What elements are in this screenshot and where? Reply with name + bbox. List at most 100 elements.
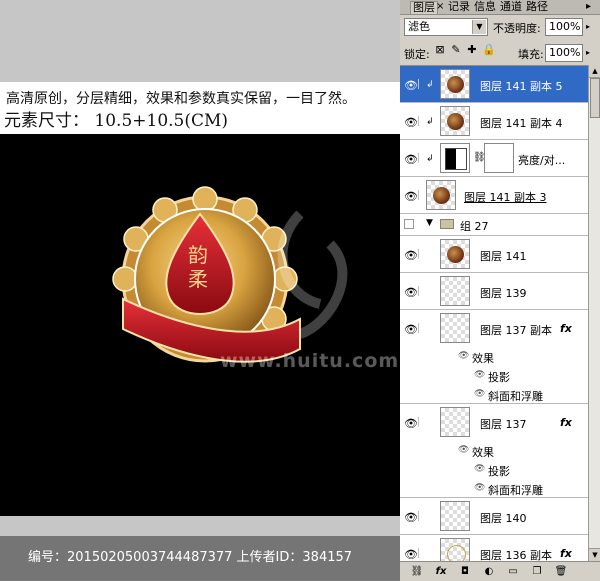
- new-group-icon[interactable]: ▭: [506, 565, 520, 578]
- layer-name: 图层 140: [480, 512, 527, 525]
- eye-icon[interactable]: 👁: [404, 190, 419, 203]
- layer-name: 亮度/对...: [518, 154, 566, 167]
- layer-name: 图层 141 副本 3: [464, 191, 547, 204]
- close-icon[interactable]: ×: [436, 1, 444, 13]
- visibility-box[interactable]: [404, 219, 414, 229]
- link-layers-icon[interactable]: ⛓: [410, 565, 424, 578]
- effect-row[interactable]: 👁 斜面和浮雕: [400, 479, 588, 498]
- lock-position-icon[interactable]: ✚: [466, 44, 478, 56]
- effect-row[interactable]: 👁 投影: [400, 366, 588, 385]
- tab-info[interactable]: 信息: [474, 1, 496, 13]
- effect-name: 投影: [488, 371, 510, 384]
- layer-row[interactable]: 👁 图层 141: [400, 236, 588, 273]
- clip-icon: ↲: [426, 117, 434, 127]
- layer-name: 图层 137 副本: [480, 324, 552, 337]
- group-name: 组 27: [460, 220, 489, 233]
- effect-row[interactable]: 👁 投影: [400, 460, 588, 479]
- chevron-down-icon: ▼: [472, 20, 486, 34]
- layer-row[interactable]: 👁 图层 137 fx: [400, 404, 588, 441]
- adjustment-layer-icon[interactable]: ◐: [482, 565, 496, 578]
- document-size-label: 元素尺寸： 10.5+10.5(CM): [4, 111, 229, 131]
- eye-icon[interactable]: 👁: [404, 286, 419, 299]
- eye-icon[interactable]: 👁: [404, 323, 419, 336]
- layer-thumbnail: [440, 239, 470, 269]
- layers-scrollbar[interactable]: ▲ ▼: [588, 65, 600, 561]
- layer-row[interactable]: 👁 图层 137 副本 fx: [400, 310, 588, 347]
- layer-thumbnail: [440, 501, 470, 531]
- mask-thumbnail: [484, 143, 514, 173]
- scroll-up-icon[interactable]: ▲: [589, 65, 600, 78]
- document-image[interactable]: 韵 柔: [0, 134, 400, 516]
- eye-icon[interactable]: 👁: [404, 153, 419, 166]
- opacity-label: 不透明度:: [493, 22, 541, 35]
- eye-icon[interactable]: 👁: [474, 464, 485, 474]
- layer-row[interactable]: 👁 ↲ ⛓ 亮度/对...: [400, 140, 588, 177]
- effects-row[interactable]: 👁 效果: [400, 441, 588, 460]
- layer-row[interactable]: 👁 ↲ 图层 141 副本 4: [400, 103, 588, 140]
- opacity-arrow-icon[interactable]: ▸: [586, 22, 590, 31]
- canvas-area[interactable]: 高清原创，分层精细，效果和参数真实保留，一目了然。 元素尺寸： 10.5+10.…: [0, 0, 400, 580]
- tab-paths[interactable]: 路径: [526, 1, 548, 13]
- tab-layers[interactable]: 图层: [410, 1, 438, 14]
- adjustment-icon: [440, 143, 470, 173]
- effect-name: 投影: [488, 465, 510, 478]
- blend-mode-select[interactable]: 滤色 ▼: [404, 18, 488, 36]
- eye-icon[interactable]: 👁: [404, 249, 419, 262]
- layer-row[interactable]: 👁 图层 139: [400, 273, 588, 310]
- layer-name: 图层 141 副本 4: [480, 117, 563, 130]
- layer-thumbnail: [440, 69, 470, 99]
- eye-icon[interactable]: 👁: [404, 548, 419, 561]
- layer-row[interactable]: 👁 图层 136 副本 fx: [400, 535, 588, 562]
- layer-name: 图层 136 副本: [480, 549, 552, 562]
- eye-icon[interactable]: 👁: [458, 445, 469, 455]
- fill-arrow-icon[interactable]: ▸: [586, 48, 590, 57]
- layer-name: 图层 137: [480, 418, 527, 431]
- effects-row[interactable]: 👁 效果: [400, 347, 588, 366]
- scroll-down-icon[interactable]: ▼: [589, 548, 600, 561]
- layer-row[interactable]: 👁 ↲ 图层 141 副本 5: [400, 66, 588, 103]
- eye-icon[interactable]: 👁: [404, 116, 419, 129]
- eye-icon[interactable]: 👁: [404, 79, 419, 92]
- eye-icon[interactable]: 👁: [474, 370, 485, 380]
- effect-name: 斜面和浮雕: [488, 390, 543, 403]
- layer-thumbnail: [426, 180, 456, 210]
- medal-badge-artwork: 韵 柔: [112, 186, 348, 363]
- chevron-down-icon[interactable]: ▼: [426, 218, 433, 228]
- effects-label: 效果: [472, 352, 494, 365]
- fill-label: 填充:: [518, 48, 544, 61]
- effect-name: 斜面和浮雕: [488, 484, 543, 497]
- effects-label: 效果: [472, 446, 494, 459]
- eye-icon[interactable]: 👁: [474, 483, 485, 493]
- group-row[interactable]: ▼ 组 27: [400, 214, 588, 236]
- fx-icon[interactable]: fx: [560, 416, 572, 429]
- fill-input[interactable]: 100%: [545, 44, 583, 62]
- badge-text-1: 韵: [188, 243, 208, 267]
- add-style-icon[interactable]: fx: [434, 565, 448, 578]
- tab-history[interactable]: 记录: [448, 1, 470, 13]
- layer-row[interactable]: 👁 图层 141 副本 3: [400, 177, 588, 214]
- eye-icon[interactable]: 👁: [404, 511, 419, 524]
- lock-transparency-icon[interactable]: ⊠: [434, 44, 446, 56]
- fx-icon[interactable]: fx: [560, 547, 572, 560]
- new-layer-icon[interactable]: ❐: [530, 565, 544, 578]
- tab-channels[interactable]: 通道: [500, 1, 522, 13]
- layer-row[interactable]: 👁 图层 140: [400, 498, 588, 535]
- watermark-site: www.huitu.com: [220, 350, 400, 372]
- eye-icon[interactable]: 👁: [474, 389, 485, 399]
- eye-icon[interactable]: 👁: [458, 351, 469, 361]
- lock-pixels-icon[interactable]: ✎: [450, 44, 462, 56]
- delete-layer-icon[interactable]: 🗑: [554, 565, 568, 578]
- add-mask-icon[interactable]: ◘: [458, 565, 472, 578]
- effect-row[interactable]: 👁 斜面和浮雕: [400, 385, 588, 404]
- layer-name: 图层 141: [480, 250, 527, 263]
- opacity-input[interactable]: 100%: [545, 18, 583, 36]
- panel-menu-icon[interactable]: ▸: [586, 1, 591, 12]
- fx-icon[interactable]: fx: [560, 322, 572, 335]
- badge-text-2: 柔: [188, 267, 208, 291]
- lock-all-icon[interactable]: 🔒: [482, 44, 496, 56]
- layer-list: 👁 ↲ 图层 141 副本 5 👁 ↲ 图层 141 副本 4 👁 ↲ ⛓ 亮度…: [400, 65, 588, 562]
- scroll-thumb[interactable]: [590, 78, 600, 118]
- eye-icon[interactable]: 👁: [404, 417, 419, 430]
- layer-name: 图层 139: [480, 287, 527, 300]
- folder-icon: [440, 219, 454, 229]
